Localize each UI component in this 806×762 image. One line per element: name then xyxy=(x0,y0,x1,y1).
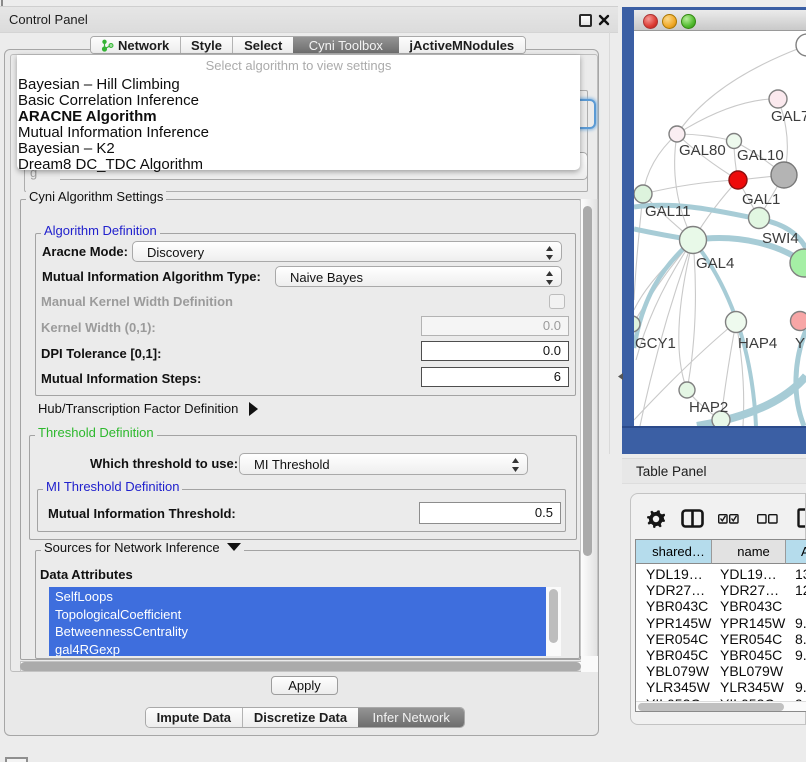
svg-text:GAL10: GAL10 xyxy=(737,147,784,164)
svg-text:GAL7: GAL7 xyxy=(771,108,806,125)
svg-text:GAL11: GAL11 xyxy=(645,203,691,220)
svg-text:SWI4: SWI4 xyxy=(762,230,799,247)
svg-text:Y: Y xyxy=(795,335,805,352)
svg-text:HAP2: HAP2 xyxy=(689,399,728,416)
svg-text:GAL4: GAL4 xyxy=(696,255,734,272)
svg-text:GCY1: GCY1 xyxy=(635,335,676,352)
svg-text:GAL1: GAL1 xyxy=(742,191,780,208)
svg-text:GAL80: GAL80 xyxy=(679,142,726,159)
svg-text:HAP4: HAP4 xyxy=(738,335,777,352)
